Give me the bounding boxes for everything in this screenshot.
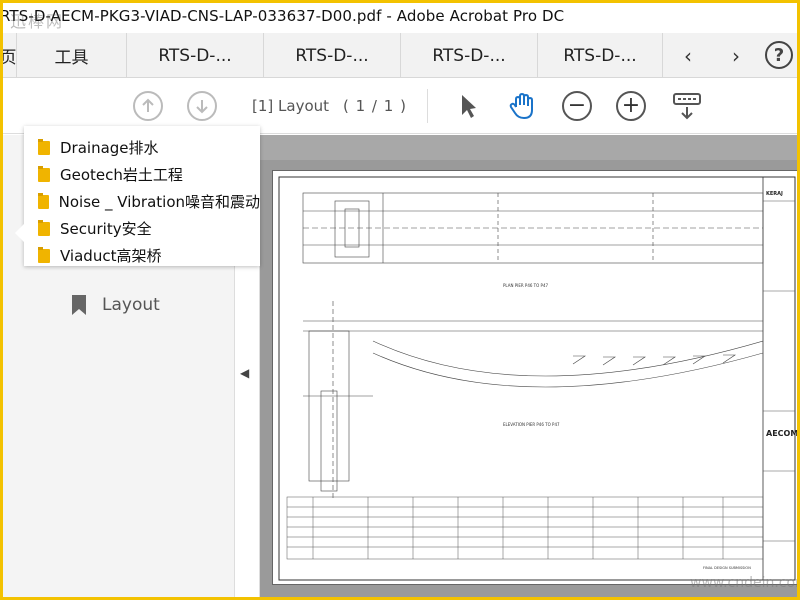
bookmark-label: Layout <box>102 295 160 315</box>
folder-icon <box>38 192 49 209</box>
tab-document[interactable]: RTS-D-... <box>538 33 663 78</box>
tab-document[interactable]: RTS-D-... <box>264 33 401 78</box>
collapse-pane-icon[interactable]: ◀ <box>240 366 249 380</box>
title-bar: RTS-D-AECM-PKG3-VIAD-CNS-LAP-033637-D00.… <box>0 0 800 32</box>
keyboard-down-icon <box>673 93 701 120</box>
folder-icon <box>38 165 50 182</box>
bookmark-popup: Drainage排水 Geotech岩土工程 Noise _ Vibration… <box>15 126 260 269</box>
bookmark-folder[interactable]: Geotech岩土工程 <box>24 161 260 188</box>
tab-bar: 页 工具 RTS-D-... RTS-D-... RTS-D-... RTS-D… <box>0 33 800 78</box>
pdf-page[interactable]: PLAN PIER P46 TO P47 ELEVATION PIER P46 … <box>272 170 800 585</box>
tab-scroll-controls: ‹ › <box>664 33 760 78</box>
submission-stamp: FINAL DESIGN SUBMISSION <box>703 566 751 570</box>
client-header: KERAJ <box>766 191 783 197</box>
zoom-out-button[interactable]: − <box>562 91 592 121</box>
hand-icon <box>509 92 533 120</box>
plus-icon: + <box>621 93 641 118</box>
bookmark-folder[interactable]: Drainage排水 <box>24 134 260 161</box>
toolbar-divider <box>427 89 428 123</box>
zoom-in-button[interactable]: + <box>616 91 646 121</box>
folder-label: Viaduct高架桥 <box>60 247 162 265</box>
viewer-top-bar <box>260 135 800 160</box>
minus-icon: − <box>567 93 587 118</box>
select-tool-button[interactable] <box>453 91 483 121</box>
tab-tools[interactable]: 工具 <box>17 33 127 78</box>
tab-document[interactable]: RTS-D-... <box>127 33 264 78</box>
watermark-bottom: www.cndein.com <box>690 575 800 591</box>
help-button[interactable]: ? <box>765 41 793 69</box>
previous-page-button[interactable] <box>133 91 163 121</box>
chevron-right-icon[interactable]: › <box>732 44 740 68</box>
watermark-text: 迅棒网 <box>10 12 65 31</box>
tab-home[interactable]: 页 <box>0 33 17 78</box>
cursor-arrow-icon <box>462 95 476 118</box>
window-title: RTS-D-AECM-PKG3-VIAD-CNS-LAP-033637-D00.… <box>0 7 565 25</box>
next-page-button[interactable] <box>187 91 217 121</box>
folder-label: Geotech岩土工程 <box>60 166 183 184</box>
elevation-title: ELEVATION PIER P46 TO P47 <box>503 422 560 427</box>
bookmark-folder[interactable]: Viaduct高架桥 <box>24 242 260 269</box>
arrow-up-icon <box>142 98 154 112</box>
engineering-drawing: PLAN PIER P46 TO P47 ELEVATION PIER P46 … <box>278 176 798 581</box>
company-logo: AECOM <box>766 429 798 438</box>
tab-document[interactable]: RTS-D-... <box>401 33 538 78</box>
bookmark-icon <box>72 295 86 315</box>
hand-tool-button[interactable] <box>507 91 537 121</box>
folder-label: Security安全 <box>60 220 152 238</box>
arrow-down-icon <box>196 100 208 114</box>
folder-icon <box>38 138 50 155</box>
bookmark-folder[interactable]: Noise _ Vibration噪音和震动 <box>24 188 260 215</box>
plan-title: PLAN PIER P46 TO P47 <box>503 283 548 288</box>
folder-icon <box>38 219 50 236</box>
folder-icon <box>38 246 50 263</box>
bookmark-folder[interactable]: Security安全 <box>24 215 260 242</box>
page-count: ( 1 / 1 ) <box>343 97 407 115</box>
chevron-left-icon[interactable]: ‹ <box>684 44 692 68</box>
bookmark-layout[interactable]: Layout <box>72 295 160 315</box>
folder-label: Noise _ Vibration噪音和震动 <box>58 193 260 211</box>
folder-label: Drainage排水 <box>60 139 159 157</box>
scroll-mode-button[interactable] <box>672 91 702 121</box>
page-label-field[interactable]: [1] Layout <box>252 97 329 115</box>
